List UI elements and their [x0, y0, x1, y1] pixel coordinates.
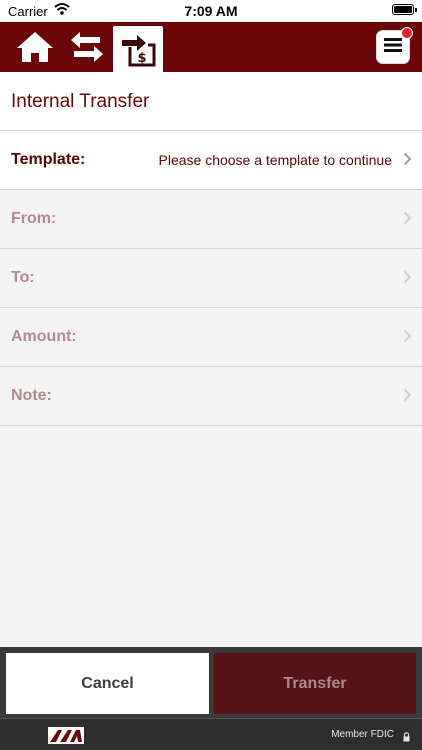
footer: Member FDIC	[0, 718, 422, 750]
from-row[interactable]: From:	[0, 190, 422, 249]
to-label: To:	[11, 269, 35, 286]
chevron-right-icon	[403, 152, 412, 171]
home-icon[interactable]	[12, 22, 58, 72]
status-bar: Carrier 7:09 AM	[0, 0, 422, 22]
transfer-money-icon[interactable]: $	[113, 26, 163, 72]
transfer-button[interactable]: Transfer	[214, 653, 416, 714]
amount-row[interactable]: Amount:	[0, 308, 422, 367]
member-fdic-label: Member FDIC	[331, 729, 394, 740]
battery-icon	[392, 4, 417, 15]
note-row[interactable]: Note:	[0, 367, 422, 426]
to-row[interactable]: To:	[0, 249, 422, 308]
cancel-button[interactable]: Cancel	[6, 653, 209, 714]
notification-badge	[401, 27, 413, 39]
chevron-right-icon	[403, 270, 412, 289]
note-label: Note:	[11, 387, 52, 404]
transfer-form: Template: Please choose a template to co…	[0, 131, 422, 426]
amount-label: Amount:	[11, 328, 77, 345]
page-title: Internal Transfer	[11, 91, 150, 112]
action-bar: Cancel Transfer	[0, 647, 422, 718]
menu-button[interactable]	[376, 27, 413, 64]
svg-text:$: $	[137, 51, 146, 66]
template-value: Please choose a template to continue	[158, 152, 393, 168]
chevron-right-icon	[403, 388, 412, 407]
swap-arrows-icon[interactable]	[64, 22, 110, 72]
top-nav-bar: $	[0, 22, 422, 72]
chevron-right-icon	[403, 211, 412, 230]
template-label: Template:	[11, 151, 86, 168]
template-row[interactable]: Template: Please choose a template to co…	[0, 131, 422, 190]
chevron-right-icon	[403, 329, 412, 348]
bank-logo	[48, 727, 84, 749]
lock-icon	[403, 729, 410, 747]
page-header: Internal Transfer	[0, 72, 422, 131]
from-label: From:	[11, 210, 57, 227]
menu-icon	[384, 37, 402, 58]
clock: 7:09 AM	[184, 3, 238, 19]
